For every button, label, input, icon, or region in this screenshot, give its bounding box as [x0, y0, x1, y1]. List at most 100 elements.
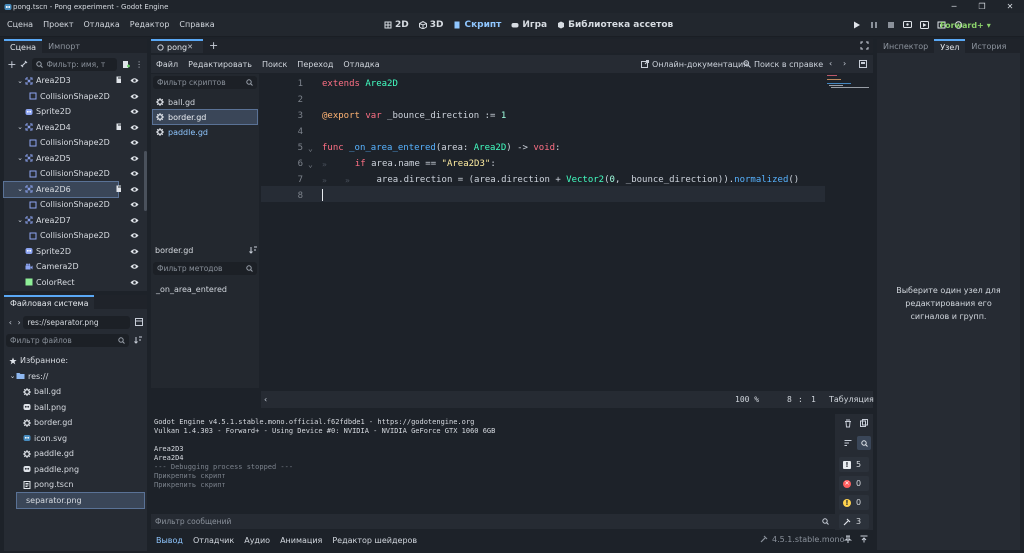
visibility-eye-icon[interactable]	[130, 186, 139, 193]
tab-import[interactable]: Импорт	[42, 39, 86, 53]
visibility-eye-icon[interactable]	[130, 201, 139, 208]
tab-inspector[interactable]: Инспектор	[877, 39, 934, 53]
scene-node-collisionshape2d[interactable]: CollisionShape2D	[4, 197, 143, 212]
search-help-button[interactable]: Поиск в справке	[743, 55, 823, 73]
bottom-tab-4[interactable]: Редактор шейдеров	[327, 536, 422, 545]
script-item-paddle[interactable]: paddle.gd	[153, 125, 257, 139]
pause-icon[interactable]	[865, 13, 882, 37]
scene-node-camera2d[interactable]: Camera2D	[4, 259, 143, 274]
tab-history[interactable]: История	[965, 39, 1012, 53]
fs-item-pong-tscn[interactable]: pong.tscn	[4, 477, 144, 492]
fs-item-[interactable]: Избранное:	[4, 353, 144, 368]
pin-icon[interactable]	[844, 535, 852, 543]
minimize-button[interactable]: ─	[940, 0, 968, 13]
visibility-eye-icon[interactable]	[130, 93, 139, 100]
renderer-selector[interactable]: Forward+ ▾	[940, 13, 991, 37]
sort-methods-icon[interactable]	[249, 246, 257, 254]
menu-item-4[interactable]: Справка	[174, 20, 219, 29]
script-menu-item-4[interactable]: Отладка	[338, 60, 384, 69]
search-output-icon[interactable]	[857, 436, 871, 450]
menu-item-3[interactable]: Редактор	[125, 20, 175, 29]
filter-log-button[interactable]: ! 5	[839, 457, 869, 472]
scene-filter-input[interactable]: Фильтр: имя, т	[32, 57, 117, 71]
fs-item-paddle-png[interactable]: paddle.png	[4, 462, 144, 477]
close-button[interactable]: ✕	[996, 0, 1024, 13]
zoom-level[interactable]: 100 %	[735, 395, 759, 404]
scene-node-area2d3[interactable]: ⌄ Area2D3	[4, 73, 143, 88]
workspace-script[interactable]: Скрипт	[453, 20, 501, 30]
attach-script-icon[interactable]	[120, 60, 134, 69]
code-line[interactable]: 3 @export var _bounce_direction := 1	[261, 108, 821, 124]
scene-node-area2d4[interactable]: ⌄ Area2D4	[4, 120, 143, 135]
play-scene-icon[interactable]	[916, 13, 933, 37]
script-menu-item-0[interactable]: Файл	[151, 60, 183, 69]
play-icon[interactable]	[848, 13, 865, 37]
toggle-scripts-panel-icon[interactable]: ‹	[264, 395, 267, 404]
fs-item-paddle-gd[interactable]: paddle.gd	[4, 446, 144, 461]
online-docs-button[interactable]: Онлайн-документация	[641, 55, 748, 73]
split-view-icon[interactable]	[133, 318, 145, 326]
visibility-eye-icon[interactable]	[130, 108, 139, 115]
scene-node-collisionshape2d[interactable]: CollisionShape2D	[4, 166, 143, 181]
tab-node[interactable]: Узел	[934, 39, 966, 53]
scene-node-collisionshape2d[interactable]: CollisionShape2D	[4, 89, 143, 104]
chevron-down-icon[interactable]: ⌄	[17, 216, 23, 224]
chevron-down-icon[interactable]: ⌄	[17, 185, 23, 193]
visibility-eye-icon[interactable]	[130, 263, 139, 270]
code-line[interactable]: 1 extends Area2D	[261, 76, 821, 92]
fold-arrow-icon[interactable]: ⌄	[308, 144, 313, 153]
scene-node-sprite2d[interactable]: Sprite2D	[4, 104, 143, 119]
visibility-eye-icon[interactable]	[130, 124, 139, 131]
workspace-game[interactable]: Игра	[511, 20, 547, 30]
code-line[interactable]: 5 ⌄ func _on_area_entered(area: Area2D) ->…	[261, 140, 821, 156]
bottom-tab-2[interactable]: Аудио	[239, 536, 275, 545]
back-icon[interactable]: ‹	[6, 318, 15, 327]
stop-icon[interactable]	[882, 13, 899, 37]
scene-node-area2d6[interactable]: ⌄ Area2D6	[3, 180, 139, 198]
visibility-eye-icon[interactable]	[130, 155, 139, 162]
clear-output-icon[interactable]	[844, 419, 852, 428]
method-item[interactable]: _on_area_entered	[156, 283, 227, 297]
script-menu-item-2[interactable]: Поиск	[257, 60, 292, 69]
fs-item-icon-svg[interactable]: icon.svg	[4, 431, 144, 446]
visibility-eye-icon[interactable]	[130, 279, 139, 286]
minimap[interactable]	[826, 74, 872, 94]
scene-tree-scrollbar[interactable]	[144, 151, 147, 211]
visibility-eye-icon[interactable]	[130, 232, 139, 239]
bottom-tab-3[interactable]: Анимация	[275, 536, 327, 545]
menu-item-2[interactable]: Отладка	[79, 20, 125, 29]
visibility-eye-icon[interactable]	[130, 248, 139, 255]
menu-item-1[interactable]: Проект	[38, 20, 78, 29]
script-item-border[interactable]: border.gd	[152, 109, 258, 125]
forward-icon[interactable]: ›	[15, 318, 24, 327]
fs-item-separator-png[interactable]: separator.png	[16, 491, 145, 509]
fs-item-res[interactable]: ⌄ res://	[4, 369, 144, 384]
add-node-icon[interactable]: +	[6, 58, 18, 71]
chevron-down-icon[interactable]: ⌄	[17, 154, 23, 162]
add-tab-icon[interactable]: +	[209, 39, 218, 52]
tools-icon[interactable]: ⋮	[133, 60, 145, 69]
next-script-icon[interactable]: ›	[843, 59, 846, 68]
scene-node-collisionshape2d[interactable]: CollisionShape2D	[4, 228, 143, 243]
remote-debug-icon[interactable]	[899, 13, 916, 37]
scene-node-sprite2d[interactable]: Sprite2D	[4, 244, 143, 259]
workspace-3d[interactable]: 3D	[418, 20, 443, 30]
chevron-down-icon[interactable]: ⌄	[9, 372, 16, 380]
indent-mode[interactable]: Табуляция	[829, 395, 874, 404]
code-line[interactable]: 8	[261, 188, 821, 204]
link-icon[interactable]	[18, 60, 30, 68]
fs-item-ball-gd[interactable]: ball.gd	[4, 384, 144, 399]
scene-node-collisionshape2d[interactable]: CollisionShape2D	[4, 135, 143, 150]
fs-item-ball-png[interactable]: ball.png	[4, 400, 144, 415]
collapse-duplicates-icon[interactable]	[844, 439, 852, 447]
bottom-tab-0[interactable]: Вывод	[151, 536, 188, 545]
fs-path-field[interactable]: res://separator.png	[23, 315, 131, 329]
code-line[interactable]: 7»» area.direction = (area.direction + V…	[261, 172, 821, 188]
tab-pong[interactable]: pong ✕	[151, 39, 203, 53]
script-menu-item-3[interactable]: Переход	[292, 60, 338, 69]
expand-panel-icon[interactable]	[860, 535, 868, 543]
method-filter-input[interactable]: Фильтр методов	[153, 262, 257, 275]
script-item-ball[interactable]: ball.gd	[153, 95, 257, 109]
fs-item-border-gd[interactable]: border.gd	[4, 415, 144, 430]
workspace-2d[interactable]: 2D	[384, 20, 409, 30]
